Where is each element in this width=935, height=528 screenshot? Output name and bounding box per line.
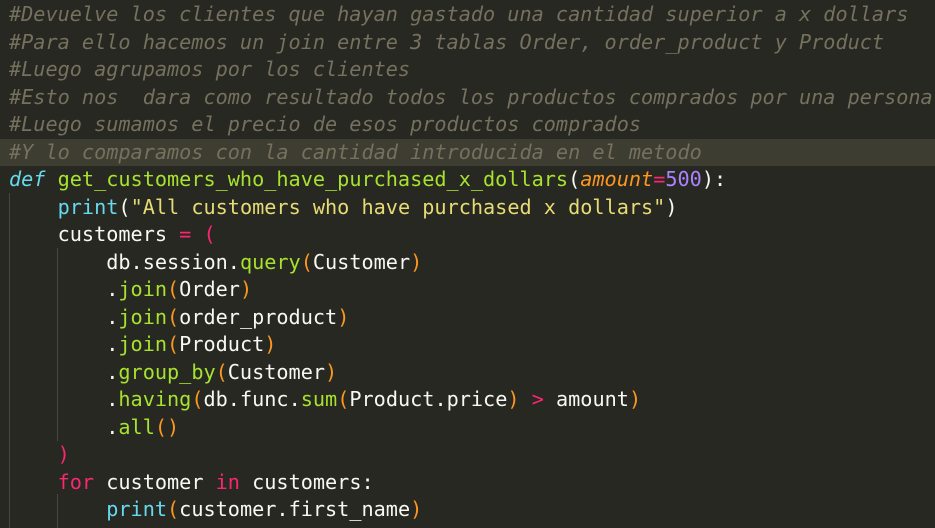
customer-object: customer <box>179 497 277 521</box>
sum-function: sum <box>300 387 338 411</box>
group-by-method: group_by <box>118 359 216 384</box>
having-method: having <box>118 387 192 411</box>
print-close-paren: ) <box>665 194 678 219</box>
all-parens: () <box>154 414 180 439</box>
assign-operator: = <box>179 222 192 246</box>
default-value: 500 <box>665 167 702 191</box>
comment-line-4: #Esto nos dara como resultado todos los … <box>9 84 933 109</box>
default-equals: = <box>653 167 666 191</box>
all-method: all <box>118 414 155 439</box>
join-method: join <box>118 304 168 329</box>
comment-line-6-current: #Y lo comparamos con la cantidad introdu… <box>0 138 935 166</box>
comment-line-5: #Luego sumamos el precio de esos product… <box>9 112 642 136</box>
db-object: db <box>106 249 131 274</box>
query-arg: Customer <box>312 249 411 274</box>
group-by-arg: Customer <box>227 359 326 384</box>
print-builtin: print <box>57 194 119 219</box>
function-definition-line: def get_customers_who_have_purchased_x_d… <box>9 166 935 193</box>
group-by-line: .group_by(Customer) <box>106 359 338 384</box>
query-method: query <box>239 249 301 274</box>
in-keyword: in <box>215 469 240 494</box>
comment-line-2: #Para ello hacemos un join entre 3 tabla… <box>9 29 885 54</box>
query-open-paren: ( <box>300 249 313 274</box>
having-line: .having(db.func.sum(Product.price) > amo… <box>106 387 642 411</box>
join-close-paren: ) <box>239 277 253 301</box>
for-keyword: for <box>57 469 95 494</box>
join-arg: Order <box>179 277 240 301</box>
having-close-paren: ) <box>628 387 642 411</box>
sum-open-paren: ( <box>337 387 350 411</box>
all-line: .all() <box>106 414 180 439</box>
print-string: "All customers who have purchased x doll… <box>130 194 666 219</box>
inner-print-line: print(customer.first_name) <box>106 497 423 521</box>
join-line-2: .join(order_product) <box>106 304 350 329</box>
param-amount: amount <box>580 167 654 191</box>
code-editor[interactable]: #Devuelve los clientes que hayan gastado… <box>0 0 935 528</box>
close-paren: ) <box>57 442 70 466</box>
query-line: db.session.query(Customer) <box>106 249 423 274</box>
comment-line-1: #Devuelve los clientes que hayan gastado… <box>9 2 909 26</box>
print-open-paren: ( <box>118 194 131 219</box>
closing-paren-line: ) <box>9 441 935 468</box>
product-object: Product <box>349 387 435 411</box>
having-open-paren: ( <box>191 387 204 411</box>
query-close-paren: ) <box>410 249 423 274</box>
join-open-paren: ( <box>167 277 180 301</box>
having-func: func <box>239 387 289 411</box>
assign-open-paren: ( <box>203 222 216 246</box>
loop-variable: customer <box>106 469 204 494</box>
join-close-paren: ) <box>337 304 350 329</box>
def-keyword: def <box>9 167 46 191</box>
join-open-paren: ( <box>167 304 180 329</box>
join-line-3: .join(Product) <box>106 332 277 356</box>
join-close-paren: ) <box>264 332 277 356</box>
price-attr: price <box>446 387 508 411</box>
for-loop-line: for customer in customers: <box>9 469 935 496</box>
def-close: ): <box>701 167 727 191</box>
join-arg: Product <box>179 332 265 356</box>
for-colon: : <box>361 469 374 494</box>
join-arg: order_product <box>179 304 338 329</box>
sum-close-paren: ) <box>507 387 520 411</box>
session-attr: session <box>142 249 228 274</box>
inner-print-open-paren: ( <box>167 497 180 521</box>
group-by-close-paren: ) <box>325 359 338 384</box>
group-by-open-paren: ( <box>215 359 228 384</box>
join-line-1: .join(Order) <box>106 277 253 301</box>
join-method: join <box>118 332 168 356</box>
assignment-line: customers = ( <box>9 221 935 248</box>
inner-print-close-paren: ) <box>410 497 423 521</box>
function-name: get_customers_who_have_purchased_x_dolla… <box>57 167 569 191</box>
join-open-paren: ( <box>167 332 180 356</box>
first-name-attr: first_name <box>288 497 411 521</box>
iterable: customers <box>252 469 362 494</box>
greater-than-operator: > <box>531 387 544 411</box>
def-open-paren: ( <box>568 167 581 191</box>
customers-variable: customers <box>57 222 168 246</box>
having-db: db <box>203 387 228 411</box>
print-line: print("All customers who have purchased … <box>9 194 935 221</box>
amount-variable: amount <box>556 387 629 411</box>
inner-print-builtin: print <box>106 497 168 521</box>
join-method: join <box>118 277 168 301</box>
comment-line-3: #Luego agrupamos por los clientes <box>9 57 411 81</box>
